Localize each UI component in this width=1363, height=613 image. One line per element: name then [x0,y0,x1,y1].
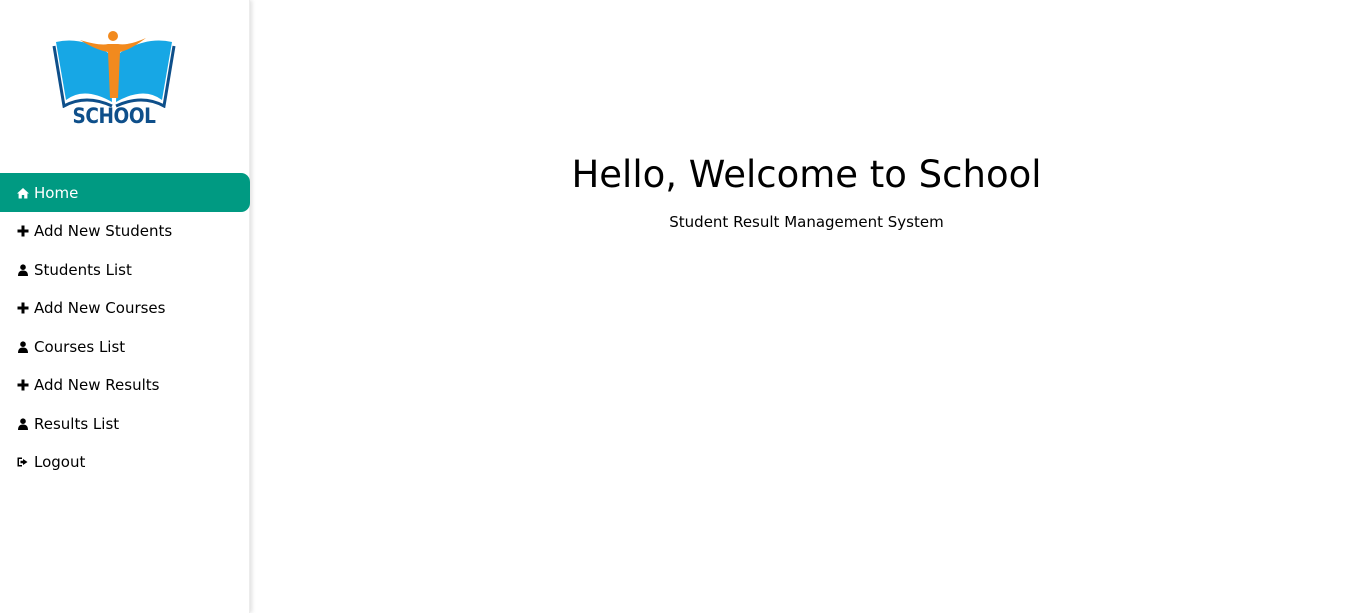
sidebar: SCHOOL Home Add New Students Students Li… [0,0,250,613]
sidebar-item-add-new-results[interactable]: Add New Results [0,366,250,405]
sidebar-item-label: Add New Results [34,376,160,395]
plus-icon [16,301,30,315]
app-window: SCHOOL Home Add New Students Students Li… [0,0,1363,613]
sidebar-item-label: Courses List [34,337,126,356]
sidebar-item-add-new-courses[interactable]: Add New Courses [0,289,250,328]
sidebar-item-students-list[interactable]: Students List [0,251,250,290]
sidebar-item-label: Home [34,183,79,202]
user-icon [16,263,30,277]
sidebar-item-label: Students List [34,260,132,279]
sidebar-item-label: Add New Students [34,222,173,241]
book-logo-icon [52,31,176,109]
sidebar-item-add-new-students[interactable]: Add New Students [0,212,250,251]
sidebar-nav: Home Add New Students Students List Add … [0,173,250,482]
page-title: Hello, Welcome to School [571,153,1042,196]
sidebar-item-label: Logout [34,453,86,472]
user-icon [16,417,30,431]
logo-text: SCHOOL [72,104,156,128]
school-logo[interactable]: SCHOOL [52,28,178,136]
main-content: Hello, Welcome to School Student Result … [250,0,1363,613]
sign-out-icon [16,455,30,469]
plus-icon [16,378,30,392]
sidebar-item-label: Add New Courses [34,299,166,318]
sidebar-item-courses-list[interactable]: Courses List [0,328,250,367]
sidebar-item-home[interactable]: Home [0,173,250,212]
sidebar-item-logout[interactable]: Logout [0,443,250,482]
plus-icon [16,224,30,238]
home-icon [16,186,30,200]
sidebar-item-label: Results List [34,414,120,433]
user-icon [16,340,30,354]
page-subtitle: Student Result Management System [669,213,944,231]
sidebar-item-results-list[interactable]: Results List [0,405,250,444]
